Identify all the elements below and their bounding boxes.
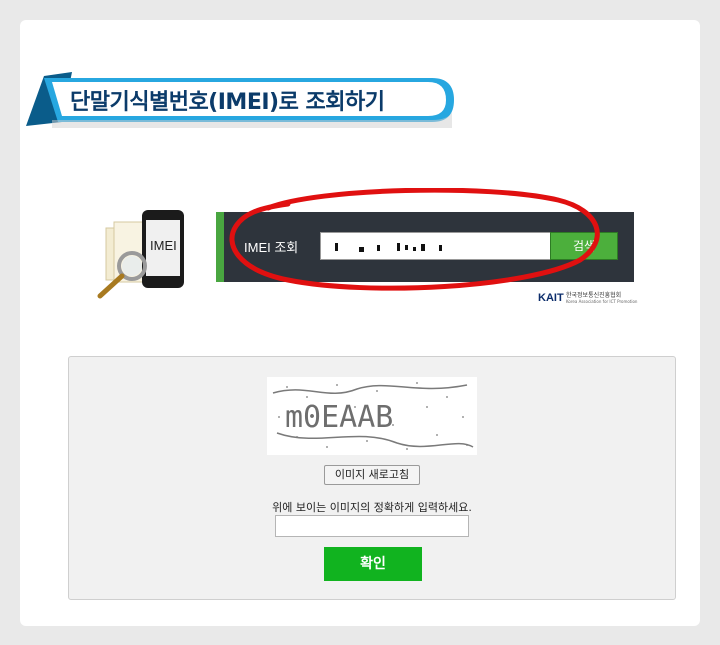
captcha-input[interactable] [275, 515, 469, 537]
page-title: 단말기식별번호(IMEI)로 조회하기 [70, 90, 385, 115]
captcha-instruction: 위에 보이는 이미지의 정확하게 입력하세요. [272, 501, 472, 514]
confirm-button[interactable]: 확인 [324, 547, 422, 581]
refresh-captcha-button[interactable]: 이미지 새로고침 [324, 465, 420, 485]
imei-input[interactable] [320, 232, 552, 260]
captcha-box: m0EAAB 이미지 새로고침 위에 보이는 이미지의 정확하게 입력하세요. … [68, 356, 676, 600]
captcha-text: m0EAAB [285, 400, 393, 435]
imei-search-panel: IMEI 조회 검색 [216, 212, 634, 282]
captcha-image: m0EAAB [267, 377, 477, 455]
title-banner: 단말기식별번호(IMEI)로 조회하기 [22, 56, 462, 138]
phone-magnifier-icon [92, 208, 192, 304]
kait-mark: KAIT [538, 292, 564, 304]
phone-screen-label: IMEI [150, 238, 177, 253]
kait-logo: KAIT 한국정보통신진흥협회 Korea Association for IC… [538, 290, 642, 310]
kait-org-subtitle: Korea Association for ICT Promotion [566, 299, 638, 304]
kait-org-name: 한국정보통신진흥협회 [566, 292, 622, 299]
masked-value-marks [335, 243, 442, 252]
imei-search-label: IMEI 조회 [244, 240, 299, 255]
search-button[interactable]: 검색 [550, 232, 618, 260]
